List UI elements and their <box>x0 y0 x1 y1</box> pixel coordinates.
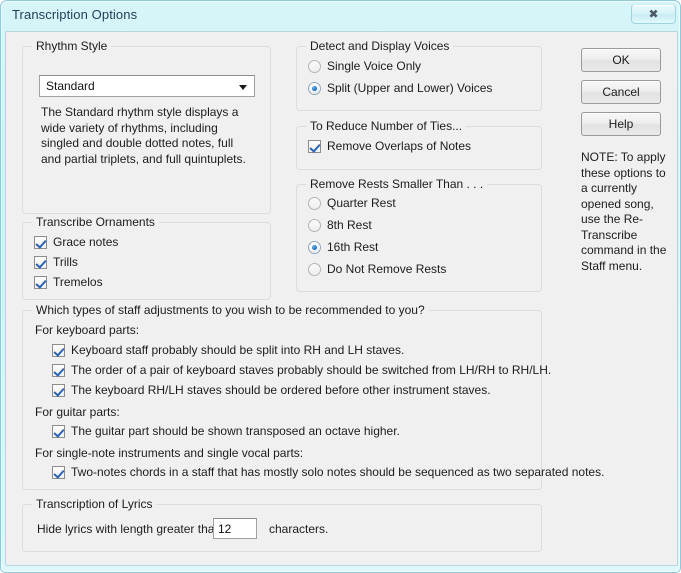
checkbox-switch-staff-order[interactable]: The order of a pair of keyboard staves p… <box>52 363 551 377</box>
checkbox-label: Remove Overlaps of Notes <box>327 139 471 153</box>
help-button-label: Help <box>609 117 634 131</box>
checkbox-icon <box>52 384 65 397</box>
lyrics-legend: Transcription of Lyrics <box>32 497 156 511</box>
checkbox-label: The keyboard RH/LH staves should be orde… <box>71 383 491 397</box>
checkbox-label: Two-notes chords in a staff that has mos… <box>71 465 604 479</box>
checkbox-label: Keyboard staff probably should be split … <box>71 343 404 357</box>
radio-quarter-rest[interactable]: Quarter Rest <box>308 196 396 210</box>
radio-label: 8th Rest <box>327 218 372 232</box>
checkbox-trills[interactable]: Trills <box>34 255 78 269</box>
radio-split-voices[interactable]: Split (Upper and Lower) Voices <box>308 81 492 95</box>
rhythm-style-value: Standard <box>46 79 95 93</box>
dialog-client-area: Rhythm Style Standard The Standard rhyth… <box>5 31 678 566</box>
rhythm-style-group: Rhythm Style Standard The Standard rhyth… <box>22 46 271 214</box>
checkbox-keyboard-staves-first[interactable]: The keyboard RH/LH staves should be orde… <box>52 383 491 397</box>
single-note-parts-heading: For single-note instruments and single v… <box>35 446 303 460</box>
rhythm-style-combobox[interactable]: Standard <box>39 75 255 97</box>
ok-button-label: OK <box>612 53 629 67</box>
checkbox-icon <box>34 276 47 289</box>
titlebar: Transcription Options ✖ <box>1 1 681 31</box>
checkbox-label: Grace notes <box>53 235 118 249</box>
checkbox-grace-notes[interactable]: Grace notes <box>34 235 118 249</box>
detect-voices-group: Detect and Display Voices Single Voice O… <box>296 46 542 111</box>
checkbox-remove-overlaps-of-notes[interactable]: Remove Overlaps of Notes <box>308 139 471 153</box>
checkbox-icon <box>34 256 47 269</box>
lyrics-prefix-label: Hide lyrics with length greater than: <box>37 522 224 536</box>
remove-rests-legend: Remove Rests Smaller Than . . . <box>306 177 487 191</box>
lyrics-suffix-label: characters. <box>269 522 328 536</box>
radio-do-not-remove-rests[interactable]: Do Not Remove Rests <box>308 262 446 276</box>
radio-16th-rest[interactable]: 16th Rest <box>308 240 378 254</box>
checkbox-split-keyboard-staff[interactable]: Keyboard staff probably should be split … <box>52 343 404 357</box>
remove-rests-group: Remove Rests Smaller Than . . . Quarter … <box>296 184 542 292</box>
transcribe-ornaments-group: Transcribe Ornaments Grace notes Trills … <box>22 222 271 300</box>
chevron-down-icon <box>239 85 247 90</box>
checkbox-label: The order of a pair of keyboard staves p… <box>71 363 551 377</box>
checkbox-icon <box>308 140 321 153</box>
help-button[interactable]: Help <box>581 112 661 136</box>
window-title: Transcription Options <box>12 7 137 22</box>
staff-adjustments-legend: Which types of staff adjustments to you … <box>32 303 429 317</box>
transcription-options-window: Transcription Options ✖ Rhythm Style Sta… <box>0 0 681 573</box>
rhythm-style-legend: Rhythm Style <box>32 39 111 53</box>
radio-icon <box>308 197 321 210</box>
radio-8th-rest[interactable]: 8th Rest <box>308 218 372 232</box>
lyrics-length-input[interactable] <box>213 518 257 539</box>
guitar-parts-heading: For guitar parts: <box>35 405 120 419</box>
detect-voices-legend: Detect and Display Voices <box>306 39 453 53</box>
close-icon: ✖ <box>648 8 658 20</box>
ok-button[interactable]: OK <box>581 48 661 72</box>
radio-label: Single Voice Only <box>327 59 421 73</box>
checkbox-label: The guitar part should be shown transpos… <box>71 424 400 438</box>
radio-label: Split (Upper and Lower) Voices <box>327 81 492 95</box>
transcribe-ornaments-legend: Transcribe Ornaments <box>32 215 159 229</box>
reduce-ties-legend: To Reduce Number of Ties... <box>306 119 466 133</box>
radio-label: Quarter Rest <box>327 196 396 210</box>
close-button[interactable]: ✖ <box>631 4 676 24</box>
checkbox-tremelos[interactable]: Tremelos <box>34 275 103 289</box>
staff-adjustments-group: Which types of staff adjustments to you … <box>22 310 542 490</box>
checkbox-guitar-transpose-octave[interactable]: The guitar part should be shown transpos… <box>52 424 400 438</box>
radio-label: 16th Rest <box>327 240 378 254</box>
cancel-button-label: Cancel <box>602 85 639 99</box>
radio-icon <box>308 82 321 95</box>
radio-label: Do Not Remove Rests <box>327 262 446 276</box>
transcription-of-lyrics-group: Transcription of Lyrics Hide lyrics with… <box>22 504 542 552</box>
radio-icon <box>308 241 321 254</box>
checkbox-icon <box>52 425 65 438</box>
checkbox-icon <box>52 344 65 357</box>
reduce-ties-group: To Reduce Number of Ties... Remove Overl… <box>296 126 542 170</box>
checkbox-label: Tremelos <box>53 275 103 289</box>
rhythm-style-description: The Standard rhythm style displays a wid… <box>41 105 256 167</box>
checkbox-two-note-chords-split[interactable]: Two-notes chords in a staff that has mos… <box>52 465 604 479</box>
keyboard-parts-heading: For keyboard parts: <box>35 323 139 337</box>
checkbox-icon <box>52 466 65 479</box>
radio-icon <box>308 219 321 232</box>
radio-icon <box>308 263 321 276</box>
checkbox-icon <box>52 364 65 377</box>
note-text: NOTE: To apply these options to a curren… <box>581 150 669 274</box>
radio-single-voice-only[interactable]: Single Voice Only <box>308 59 421 73</box>
cancel-button[interactable]: Cancel <box>581 80 661 104</box>
radio-icon <box>308 60 321 73</box>
checkbox-icon <box>34 236 47 249</box>
checkbox-label: Trills <box>53 255 78 269</box>
